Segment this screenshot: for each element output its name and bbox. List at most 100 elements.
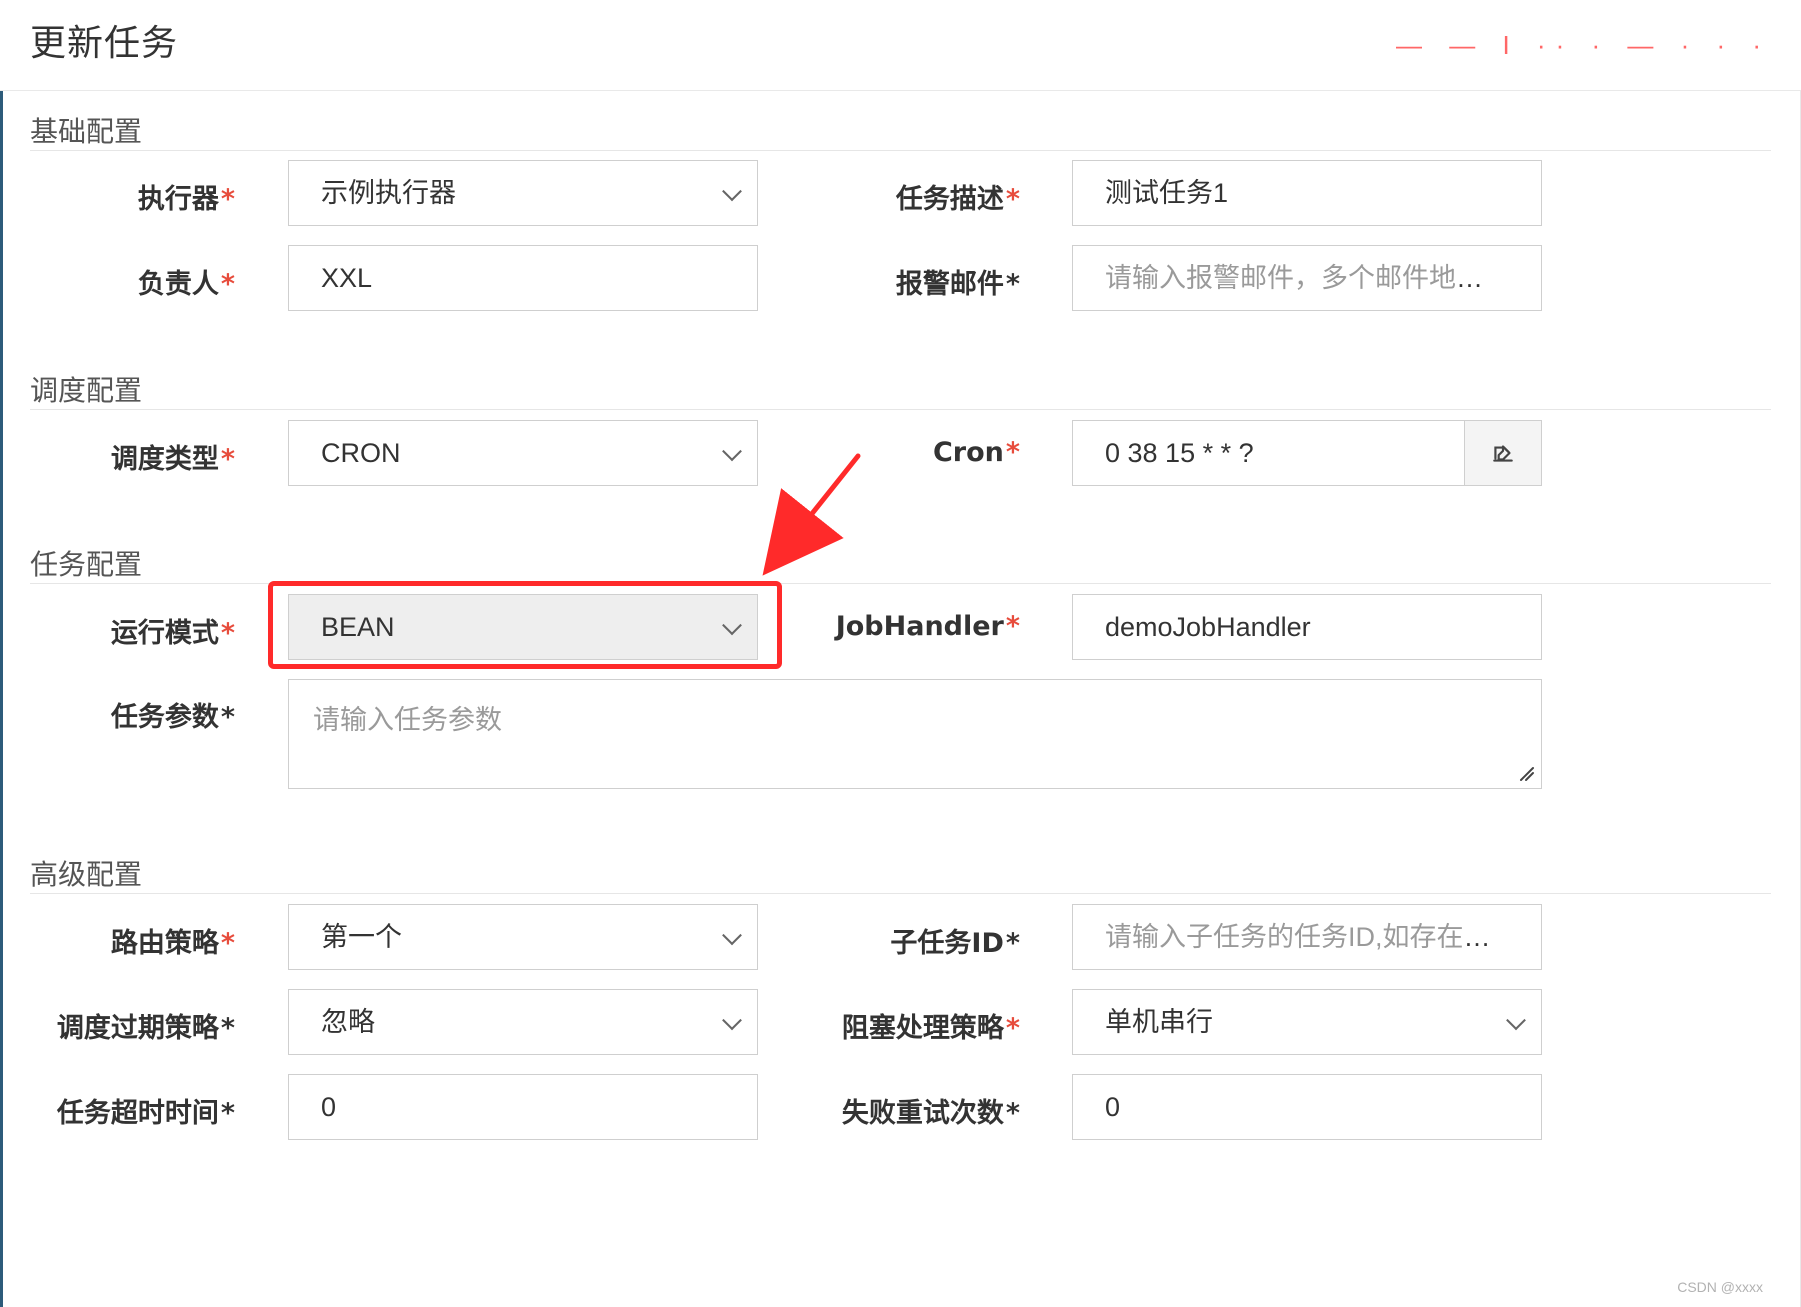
owner-required-mark: * [220, 269, 235, 300]
task-desc-required-mark: * [1005, 184, 1020, 215]
misfire-strategy-label: 调度过期策略* [0, 1006, 235, 1045]
chevron-down-icon [722, 1010, 742, 1031]
retry-count-required-mark: * [1005, 1098, 1020, 1129]
route-strategy-label: 路由策略* [0, 921, 235, 960]
task-desc-input[interactable]: 测试任务1 [1072, 160, 1542, 226]
row-route-child: 路由策略* 第一个 子任务ID* 请输入子任务的任务ID,如存在多个则逗号分隔 [0, 904, 1801, 974]
timeout-value: 0 [321, 1092, 337, 1122]
row-task-params: 任务参数* 请输入任务参数 [0, 679, 1801, 799]
cron-label: Cron* [785, 437, 1020, 468]
job-handler-label: JobHandler* [785, 611, 1020, 642]
run-mode-required-mark: * [220, 618, 235, 649]
task-desc-value: 测试任务1 [1105, 178, 1229, 208]
task-params-textarea[interactable]: 请输入任务参数 [288, 679, 1542, 789]
cron-edit-button[interactable] [1464, 421, 1541, 485]
block-strategy-label-text: 阻塞处理策略 [841, 1013, 1004, 1044]
retry-count-input[interactable]: 0 [1072, 1074, 1542, 1140]
block-strategy-value: 单机串行 [1105, 1007, 1213, 1037]
cron-label-text: Cron [932, 437, 1004, 468]
timeout-required-mark: * [220, 1098, 235, 1129]
route-strategy-value: 第一个 [321, 922, 402, 952]
task-params-placeholder: 请输入任务参数 [313, 705, 502, 735]
page: 更新任务 — — I ·· · — · · · 基础配置 执行器* 示例执行器 … [0, 0, 1801, 1307]
executor-label-text: 执行器 [137, 184, 219, 215]
run-mode-label: 运行模式* [0, 611, 235, 650]
cron-value: 0 38 15 * * ? [1105, 438, 1254, 468]
modal-header: 更新任务 — — I ·· · — · · · [0, 0, 1801, 91]
watermark: CSDN @xxxx [1677, 1279, 1763, 1295]
task-params-required-mark: * [220, 702, 235, 733]
edit-icon [1493, 445, 1513, 462]
task-params-label-text: 任务参数 [110, 702, 219, 733]
schedule-type-required-mark: * [220, 444, 235, 475]
section-title-basic: 基础配置 [30, 115, 143, 148]
executor-select-value: 示例执行器 [321, 178, 456, 208]
child-job-id-required-mark: * [1005, 928, 1020, 959]
schedule-type-select[interactable]: CRON [288, 420, 758, 486]
block-strategy-required-mark: * [1005, 1013, 1020, 1044]
executor-label: 执行器* [0, 177, 235, 216]
job-handler-input[interactable]: demoJobHandler [1072, 594, 1542, 660]
cron-input-group[interactable]: 0 38 15 * * ? [1072, 420, 1542, 486]
row-schedule-cron: 调度类型* CRON Cron* 0 38 15 * * ? [0, 420, 1801, 490]
annotation-highlight-box [268, 581, 782, 669]
modal-title: 更新任务 [30, 23, 179, 64]
owner-value: XXL [321, 263, 373, 293]
child-job-id-input[interactable]: 请输入子任务的任务ID,如存在多个则逗号分隔 [1072, 904, 1542, 970]
schedule-type-value: CRON [321, 438, 401, 468]
owner-input[interactable]: XXL [288, 245, 758, 311]
timeout-label: 任务超时时间* [0, 1091, 235, 1130]
section-title-task: 任务配置 [30, 548, 143, 581]
child-job-id-placeholder: 请输入子任务的任务ID,如存在多个则逗号分隔 [1105, 922, 1542, 952]
section-basic: 基础配置 [30, 102, 1771, 151]
job-handler-value: demoJobHandler [1105, 612, 1311, 642]
alarm-email-input[interactable]: 请输入报警邮件，多个邮件地址则逗号分 [1072, 245, 1542, 311]
alarm-email-required-mark: * [1005, 269, 1020, 300]
route-strategy-label-text: 路由策略 [110, 928, 219, 959]
task-desc-label: 任务描述* [785, 177, 1020, 216]
retry-count-value: 0 [1105, 1092, 1121, 1122]
row-misfire-block: 调度过期策略* 忽略 阻塞处理策略* 单机串行 [0, 989, 1801, 1059]
owner-label-text: 负责人 [137, 269, 219, 300]
misfire-strategy-required-mark: * [220, 1013, 235, 1044]
row-timeout-retry: 任务超时时间* 0 失败重试次数* 0 [0, 1074, 1801, 1144]
block-strategy-select[interactable]: 单机串行 [1072, 989, 1542, 1055]
child-job-id-label-text: 子任务ID [890, 928, 1004, 959]
route-strategy-select[interactable]: 第一个 [288, 904, 758, 970]
job-handler-required-mark: * [1005, 611, 1020, 642]
section-title-schedule: 调度配置 [30, 374, 143, 407]
child-job-id-label: 子任务ID* [785, 921, 1020, 960]
schedule-type-label: 调度类型* [0, 437, 235, 476]
row-executor-taskdesc: 执行器* 示例执行器 任务描述* 测试任务1 [0, 160, 1801, 230]
job-handler-label-text: JobHandler [835, 611, 1004, 642]
section-title-advanced: 高级配置 [30, 858, 143, 891]
section-task: 任务配置 [30, 535, 1771, 584]
retry-count-label-text: 失败重试次数 [841, 1098, 1004, 1129]
chevron-down-icon [722, 925, 742, 946]
run-mode-label-text: 运行模式 [110, 618, 219, 649]
owner-label: 负责人* [0, 262, 235, 301]
alarm-email-placeholder: 请输入报警邮件，多个邮件地址则逗号分 [1105, 263, 1541, 293]
block-strategy-label: 阻塞处理策略* [785, 1006, 1020, 1045]
task-desc-label-text: 任务描述 [895, 184, 1004, 215]
chevron-down-icon [1506, 1010, 1526, 1031]
executor-select[interactable]: 示例执行器 [288, 160, 758, 226]
timeout-label-text: 任务超时时间 [56, 1098, 219, 1129]
schedule-type-label-text: 调度类型 [110, 444, 219, 475]
alarm-email-label-text: 报警邮件 [895, 269, 1004, 300]
section-advanced: 高级配置 [30, 845, 1771, 894]
row-owner-alarm: 负责人* XXL 报警邮件* 请输入报警邮件，多个邮件地址则逗号分 [0, 245, 1801, 315]
section-schedule: 调度配置 [30, 361, 1771, 410]
resize-handle-icon[interactable] [1515, 762, 1535, 782]
cron-required-mark: * [1005, 437, 1020, 468]
timeout-input[interactable]: 0 [288, 1074, 758, 1140]
misfire-strategy-select[interactable]: 忽略 [288, 989, 758, 1055]
misfire-strategy-label-text: 调度过期策略 [56, 1013, 219, 1044]
misfire-strategy-value: 忽略 [321, 1007, 375, 1037]
task-params-label: 任务参数* [0, 695, 235, 734]
brand-fragment: — — I ·· · — · · · [1396, 30, 1771, 60]
executor-required-mark: * [220, 184, 235, 215]
route-strategy-required-mark: * [220, 928, 235, 959]
alarm-email-label: 报警邮件* [785, 262, 1020, 301]
retry-count-label: 失败重试次数* [785, 1091, 1020, 1130]
